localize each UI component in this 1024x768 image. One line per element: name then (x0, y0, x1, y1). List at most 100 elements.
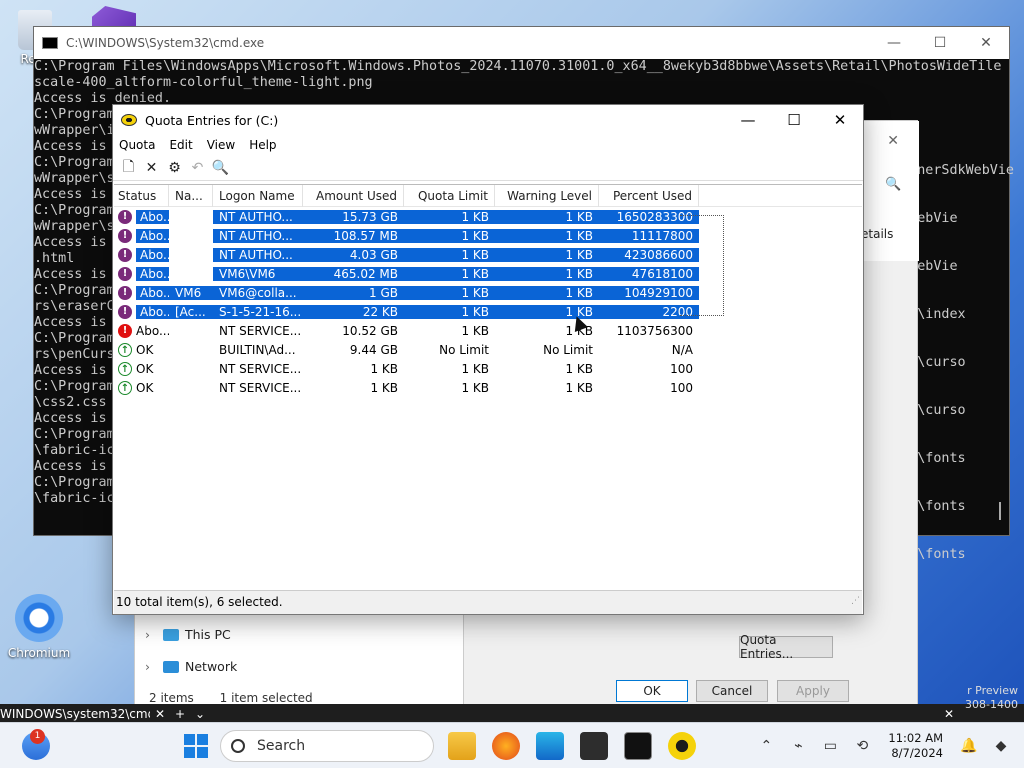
cell-logon: S-1-5-21-16... (213, 304, 303, 319)
selected-count: 1 item selected (219, 691, 313, 705)
new-entry-icon[interactable]: 🗋 (117, 156, 140, 180)
quota-entries-window[interactable]: Quota Entries for (C:) — ☐ ✕ Quota Edit … (112, 104, 864, 615)
cell-amount: 4.03 GB (303, 247, 404, 262)
table-row[interactable]: !Abo...NT AUTHO...4.03 GB1 KB1 KB4230866… (114, 245, 862, 264)
table-row[interactable]: ↑ OK NT SERVICE... 1 KB 1 KB 1 KB 100 (114, 359, 862, 378)
cell-status: ! Abo... (114, 285, 169, 300)
items-count: 2 items (149, 691, 194, 705)
column-quota-limit[interactable]: Quota Limit (404, 185, 495, 207)
table-row[interactable]: ↑ OK BUILTIN\Ad... 9.44 GB No Limit No Limit N… (114, 340, 862, 359)
table-row[interactable]: !Abo...NT AUTHO...15.73 GB1 KB1 KB165028… (114, 207, 862, 226)
quota-title-bar[interactable]: Quota Entries for (C:) — ☐ ✕ (113, 105, 863, 135)
close-tab-icon[interactable]: ✕ (150, 707, 170, 721)
chevron-down-icon[interactable]: ⌄ (190, 707, 210, 721)
chromium-desktop-icon[interactable]: Chromium (4, 594, 74, 660)
file-explorer-icon[interactable] (448, 732, 476, 760)
sync-icon[interactable]: ⟲ (853, 738, 871, 754)
column-amount-used[interactable]: Amount Used (303, 185, 404, 207)
cell-pct: 100 (670, 380, 693, 395)
cell-amount: 15.73 GB (303, 209, 404, 224)
bell-icon[interactable]: 🔔 (960, 738, 978, 754)
details-label: etails (861, 227, 894, 241)
firefox-icon[interactable] (492, 732, 520, 760)
nav-network[interactable]: › Network (145, 659, 237, 674)
search-icon[interactable]: 🔍 (885, 177, 901, 192)
table-row[interactable]: !Abo...NT AUTHO...108.57 MB1 KB1 KB11117… (114, 226, 862, 245)
cancel-button[interactable]: Cancel (696, 680, 768, 702)
table-row[interactable]: !Abo...VM6VM6@colla...1 GB1 KB1 KB104929… (114, 283, 862, 302)
cell-status: ! Abo... (114, 304, 169, 319)
maximize-icon[interactable]: ☐ (917, 35, 963, 51)
properties-icon[interactable]: ⚙ (163, 160, 186, 176)
this-pc-icon (163, 628, 179, 641)
menu-help[interactable]: Help (249, 138, 276, 152)
focus-rectangle (680, 215, 724, 316)
find-icon[interactable]: 🔍 (209, 160, 232, 176)
quota-taskbar-icon[interactable] (668, 732, 696, 760)
cell-amount: 9.44 GB (349, 342, 398, 357)
chevron-up-icon[interactable]: ⌃ (757, 738, 775, 754)
resource-monitor-icon[interactable] (536, 732, 564, 760)
cmd-icon[interactable] (624, 732, 652, 760)
network-status-icon[interactable]: ⌁ (789, 738, 807, 754)
cmd-app-icon (42, 37, 58, 49)
cell-amount: 10.52 GB (342, 323, 398, 338)
cell-pct: 100 (670, 361, 693, 376)
chromium-icon (15, 594, 63, 642)
menu-quota[interactable]: Quota (119, 138, 155, 152)
resize-grip-icon[interactable]: ⋰ (851, 590, 860, 612)
file-explorer-window[interactable]: › This PC › Network 2 items 1 item selec… (134, 614, 464, 710)
close-icon[interactable]: ✕ (944, 707, 954, 721)
column-status[interactable]: Status (114, 185, 169, 207)
undo-icon[interactable]: ↶ (186, 160, 209, 176)
quota-entries-button[interactable]: Quota Entries... (739, 633, 833, 661)
column-warning-level[interactable]: Warning Level (495, 185, 599, 207)
status-text: OK (136, 361, 154, 376)
delete-icon[interactable]: ✕ (140, 160, 163, 176)
table-row[interactable]: ↑ OK NT SERVICE... 1 KB 1 KB 1 KB 100 (114, 378, 862, 397)
search-box[interactable]: Search (220, 730, 434, 762)
minimize-icon[interactable]: — (725, 111, 771, 129)
close-icon[interactable]: ✕ (887, 133, 899, 149)
cell-limit: 1 KB (404, 266, 495, 281)
ok-button[interactable]: OK (616, 680, 688, 702)
nav-this-pc[interactable]: › This PC (145, 627, 231, 642)
maximize-icon[interactable]: ☐ (771, 111, 817, 129)
close-icon[interactable]: ✕ (817, 111, 863, 129)
network-icon (163, 660, 179, 673)
clock[interactable]: 11:02 AM 8/7/2024 (888, 731, 943, 761)
status-text: Abo... (136, 304, 169, 319)
warning-status-icon: ! (118, 209, 132, 224)
toolbar: 🗋 ✕ ⚙ ↶ 🔍 (113, 155, 863, 181)
quota-list[interactable]: Status Na... Logon Name Amount Used Quot… (114, 184, 862, 589)
cell-status: ! Abo... (114, 209, 169, 224)
apply-button[interactable]: Apply (777, 680, 849, 702)
error-status-icon: ! (118, 323, 132, 338)
minimize-icon[interactable]: — (871, 35, 917, 51)
cmd-title-bar[interactable]: C:\WINDOWS\System32\cmd.exe — ☐ ✕ (34, 27, 1009, 59)
copilot-icon[interactable]: ◆ (992, 738, 1010, 754)
cmd-scrollbar-thumb[interactable] (999, 502, 1001, 520)
cell-limit: 1 KB (404, 304, 495, 319)
chevron-right-icon[interactable]: › (145, 627, 163, 642)
table-row[interactable]: !Abo...[Ac...S-1-5-21-16...22 KB1 KB1 KB… (114, 302, 862, 321)
table-row[interactable]: !Abo...VM6\VM6465.02 MB1 KB1 KB47618100 (114, 264, 862, 283)
quota-app-icon (121, 114, 137, 126)
cell-amount: 465.02 MB (303, 266, 404, 281)
table-row[interactable]: ! Abo... NT SERVICE... 10.52 GB 1 KB 1 KB 1103… (114, 321, 862, 340)
status-bar: 10 total item(s), 6 selected. ⋰ (114, 590, 862, 614)
chevron-right-icon[interactable]: › (145, 659, 163, 674)
column-logon-name[interactable]: Logon Name (213, 185, 303, 207)
menu-view[interactable]: View (207, 138, 235, 152)
terminal-icon[interactable] (580, 732, 608, 760)
new-tab-icon[interactable]: + (170, 707, 190, 721)
column-name[interactable]: Na... (169, 185, 213, 207)
menu-edit[interactable]: Edit (169, 138, 192, 152)
display-icon[interactable]: ▭ (821, 738, 839, 754)
close-icon[interactable]: ✕ (963, 35, 1009, 51)
cell-pct: N/A (671, 342, 693, 357)
column-percent-used[interactable]: Percent Used (599, 185, 699, 207)
start-icon[interactable] (182, 732, 210, 760)
terminal-tab[interactable]: WINDOWS\system32\cmd. (0, 707, 150, 721)
cell-status: ! Abo... (114, 228, 169, 243)
